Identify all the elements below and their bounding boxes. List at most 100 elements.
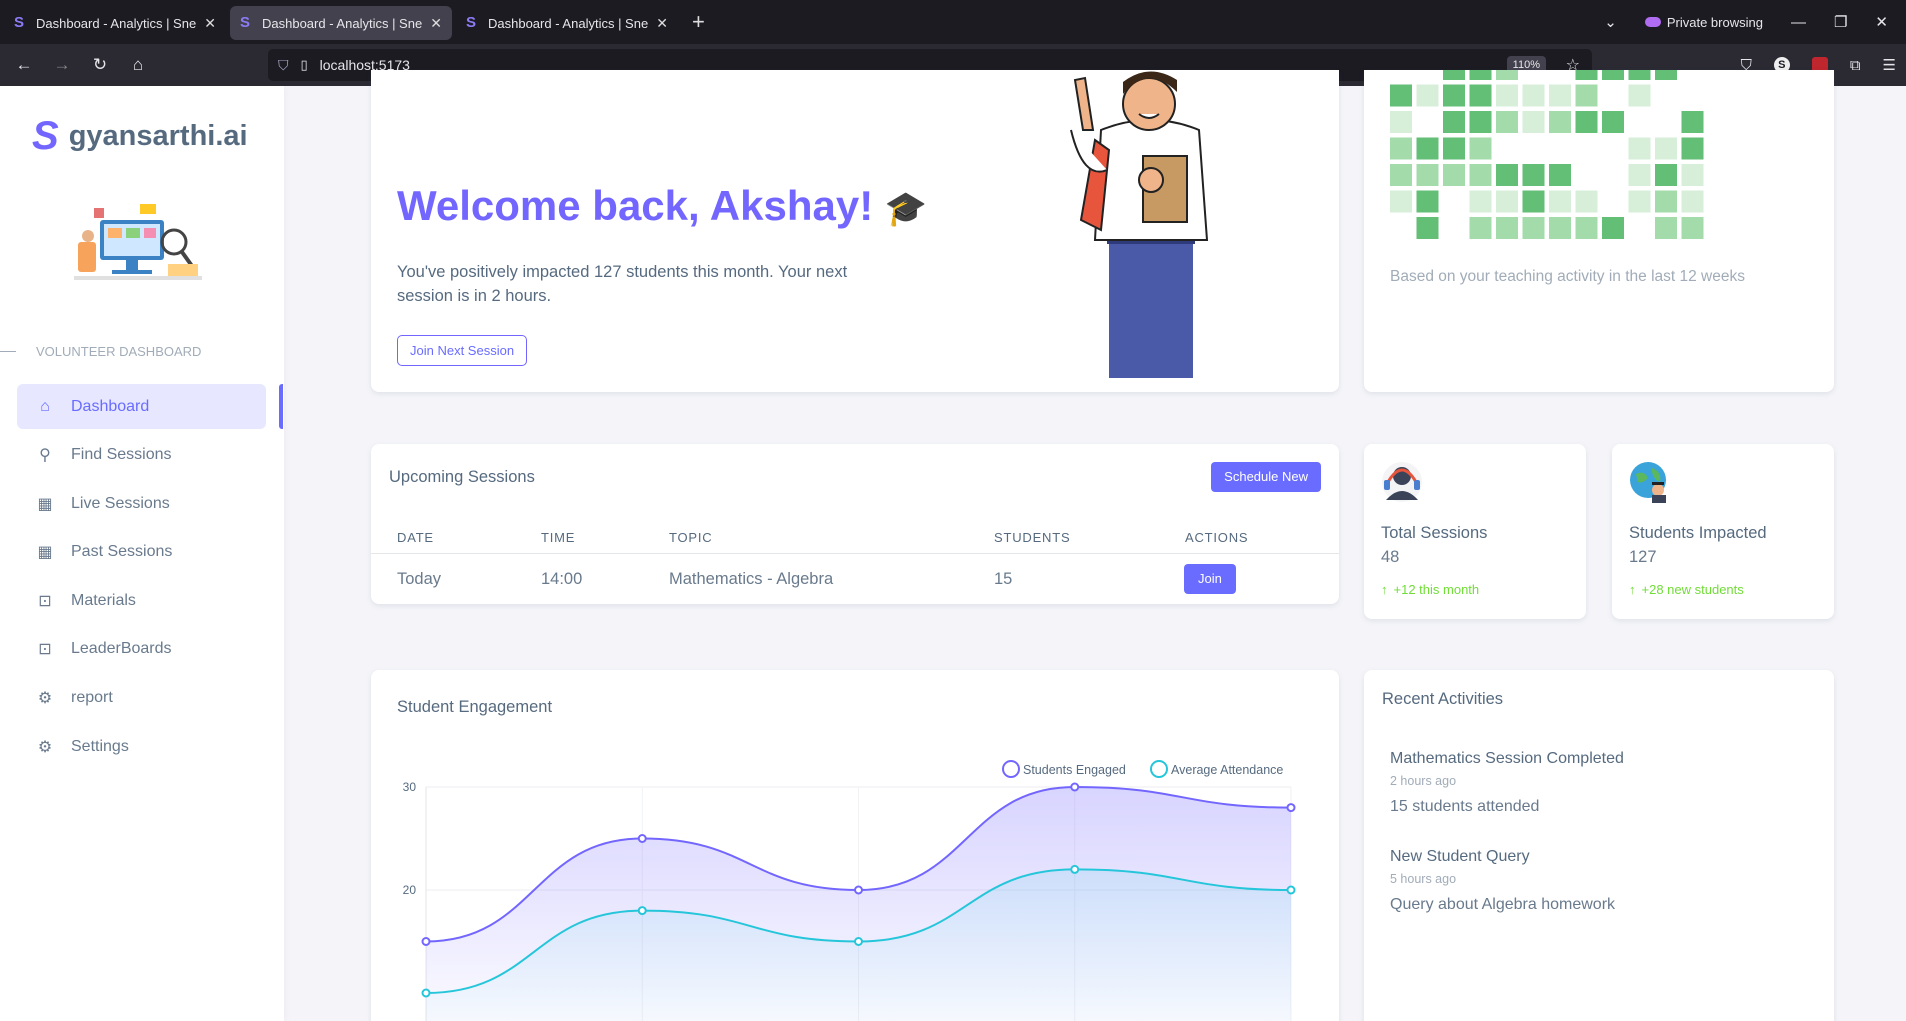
- sidebar-item-past-sessions[interactable]: ▦ Past Sessions: [17, 530, 266, 575]
- sidebar-item-leaderboards[interactable]: ⊡ LeaderBoards: [17, 627, 266, 672]
- data-point[interactable]: [1286, 803, 1296, 813]
- join-button[interactable]: Join: [1184, 564, 1236, 594]
- close-tab-icon[interactable]: ✕: [656, 15, 668, 32]
- heatmap-cell: [1655, 164, 1677, 186]
- graduation-cap-icon: 🎓: [884, 190, 928, 228]
- heatmap-cell: [1522, 84, 1545, 107]
- close-tab-icon[interactable]: ✕: [204, 15, 216, 32]
- close-window-icon[interactable]: ✕: [1875, 13, 1888, 31]
- data-point[interactable]: [637, 906, 647, 916]
- heatmap-cell: [1681, 137, 1704, 160]
- globe-student-icon: [1630, 462, 1666, 503]
- heatmap-cell: [1522, 190, 1545, 213]
- browser-tab-active[interactable]: S Dashboard - Analytics | Sneat - ✕: [230, 6, 452, 40]
- sidebar-item-label: report: [71, 689, 113, 707]
- welcome-heading: Welcome back, Akshay! 🎓: [397, 182, 928, 229]
- heatmap-cell: [1443, 111, 1465, 133]
- heatmap-cell: [1549, 111, 1571, 133]
- gear-icon: ⚙: [37, 738, 53, 756]
- activity-item: Mathematics Session Completed 2 hours ag…: [1390, 750, 1810, 816]
- extensions-puzzle-icon[interactable]: ⧉: [1850, 57, 1861, 74]
- students-impacted-card: Students Impacted 127 ↑ +28 new students: [1612, 444, 1834, 619]
- sneat-favicon-icon: S: [14, 14, 25, 31]
- data-point[interactable]: [854, 937, 863, 946]
- minimize-icon[interactable]: —: [1791, 14, 1806, 31]
- data-point[interactable]: [421, 988, 431, 998]
- activity-detail: Query about Algebra homework: [1390, 896, 1616, 913]
- heatmap-cell: [1443, 84, 1465, 107]
- heatmap-cell: [1443, 70, 1465, 80]
- schedule-new-button[interactable]: Schedule New: [1211, 462, 1321, 492]
- data-point[interactable]: [421, 937, 431, 946]
- sidebar-item-dashboard[interactable]: ⌂ Dashboard: [17, 384, 266, 429]
- activity-title: New Student Query: [1390, 848, 1530, 865]
- column-header: TOPIC: [669, 530, 713, 545]
- heatmap-cell: [1469, 70, 1492, 80]
- heatmap-cell: [1575, 84, 1598, 107]
- sidebar-item-find-sessions[interactable]: ⚲ Find Sessions: [17, 433, 266, 478]
- sidebar-item-label: Settings: [71, 737, 129, 755]
- heatmap-cell: [1681, 164, 1704, 186]
- restore-icon[interactable]: ❐: [1834, 13, 1847, 31]
- heatmap-cell: [1549, 164, 1571, 186]
- heatmap-cell: [1522, 111, 1545, 133]
- browser-tab[interactable]: S Dashboard - Analytics | Sneat - ✕: [4, 6, 226, 40]
- upcoming-sessions-card: Upcoming Sessions Schedule New DATE TIME…: [371, 444, 1339, 604]
- y-tick-label: 30: [403, 780, 417, 794]
- chart-box-icon: ⊡: [38, 641, 52, 659]
- private-browsing-label: Private browsing: [1666, 14, 1763, 30]
- data-point[interactable]: [637, 834, 647, 843]
- home-icon[interactable]: ⌂: [120, 55, 156, 75]
- sidebar-item-label: Past Sessions: [71, 543, 173, 561]
- data-point[interactable]: [1070, 782, 1080, 792]
- back-arrow-icon[interactable]: ←: [6, 55, 42, 75]
- browser-tab-bar: S Dashboard - Analytics | Sneat - ✕ S Da…: [0, 0, 1906, 44]
- session-topic: Mathematics - Algebra: [669, 569, 834, 588]
- activity-time: 2 hours ago: [1390, 774, 1457, 788]
- stat-delta: ↑ +12 this month: [1381, 582, 1480, 597]
- page-icon: ▯: [300, 57, 308, 72]
- heatmap-caption: Based on your teaching activity in the l…: [1390, 268, 1745, 285]
- heatmap-cell: [1390, 84, 1412, 107]
- legend-label[interactable]: Students Engaged: [1023, 763, 1126, 777]
- data-point[interactable]: [1286, 885, 1296, 895]
- reload-icon[interactable]: ↻: [82, 55, 118, 75]
- brand-logo[interactable]: S gyansarthi.ai: [32, 116, 248, 156]
- private-mask-icon: [1644, 17, 1661, 27]
- menu-hamburger-icon[interactable]: ☰: [1883, 56, 1896, 74]
- arrow-up-icon: ↑: [1381, 582, 1388, 597]
- heatmap-cell: [1681, 217, 1704, 239]
- tab-title: Dashboard - Analytics | Sneat -: [262, 15, 423, 31]
- heatmap-cell: [1469, 137, 1492, 160]
- arrow-up-icon: ↑: [1629, 582, 1636, 597]
- join-next-session-button[interactable]: Join Next Session: [397, 335, 528, 366]
- browser-tab[interactable]: S Dashboard - Analytics | Sneat - ✕: [456, 6, 678, 40]
- data-point[interactable]: [854, 885, 863, 895]
- heatmap-cell: [1496, 84, 1518, 107]
- legend-label[interactable]: Average Attendance: [1171, 763, 1283, 777]
- list-tabs-chevron-icon[interactable]: ⌄: [1604, 13, 1617, 31]
- heatmap-cell: [1549, 190, 1571, 213]
- tab-title: Dashboard - Analytics | Sneat -: [36, 15, 197, 31]
- heatmap-cell: [1469, 111, 1492, 133]
- y-tick-label: 20: [403, 883, 417, 897]
- shield-icon[interactable]: ⛉: [278, 57, 289, 74]
- new-tab-plus-icon[interactable]: +: [692, 9, 705, 35]
- forward-arrow-icon[interactable]: →: [44, 55, 80, 75]
- legend-marker: [1150, 760, 1168, 778]
- data-point[interactable]: [1070, 864, 1080, 874]
- sidebar-item-report[interactable]: ⚙ report: [17, 676, 266, 721]
- sidebar-item-live-sessions[interactable]: ▦ Live Sessions: [17, 481, 266, 526]
- sidebar-item-settings[interactable]: ⚙ Settings: [17, 724, 266, 769]
- heatmap-cell: [1575, 190, 1598, 213]
- active-indicator: [279, 384, 283, 429]
- heatmap-cell: [1575, 217, 1598, 239]
- close-tab-icon[interactable]: ✕: [430, 15, 442, 32]
- calendar-icon: ▦: [37, 544, 53, 562]
- sidebar-item-materials[interactable]: ⊡ Materials: [17, 578, 266, 623]
- heatmap-cell: [1655, 137, 1677, 160]
- heatmap-cell: [1628, 84, 1651, 107]
- table-header: DATE TIME TOPIC STUDENTS ACTIONS: [371, 522, 1339, 554]
- stat-label: Total Sessions: [1381, 524, 1488, 542]
- sidebar-item-label: Dashboard: [71, 397, 150, 415]
